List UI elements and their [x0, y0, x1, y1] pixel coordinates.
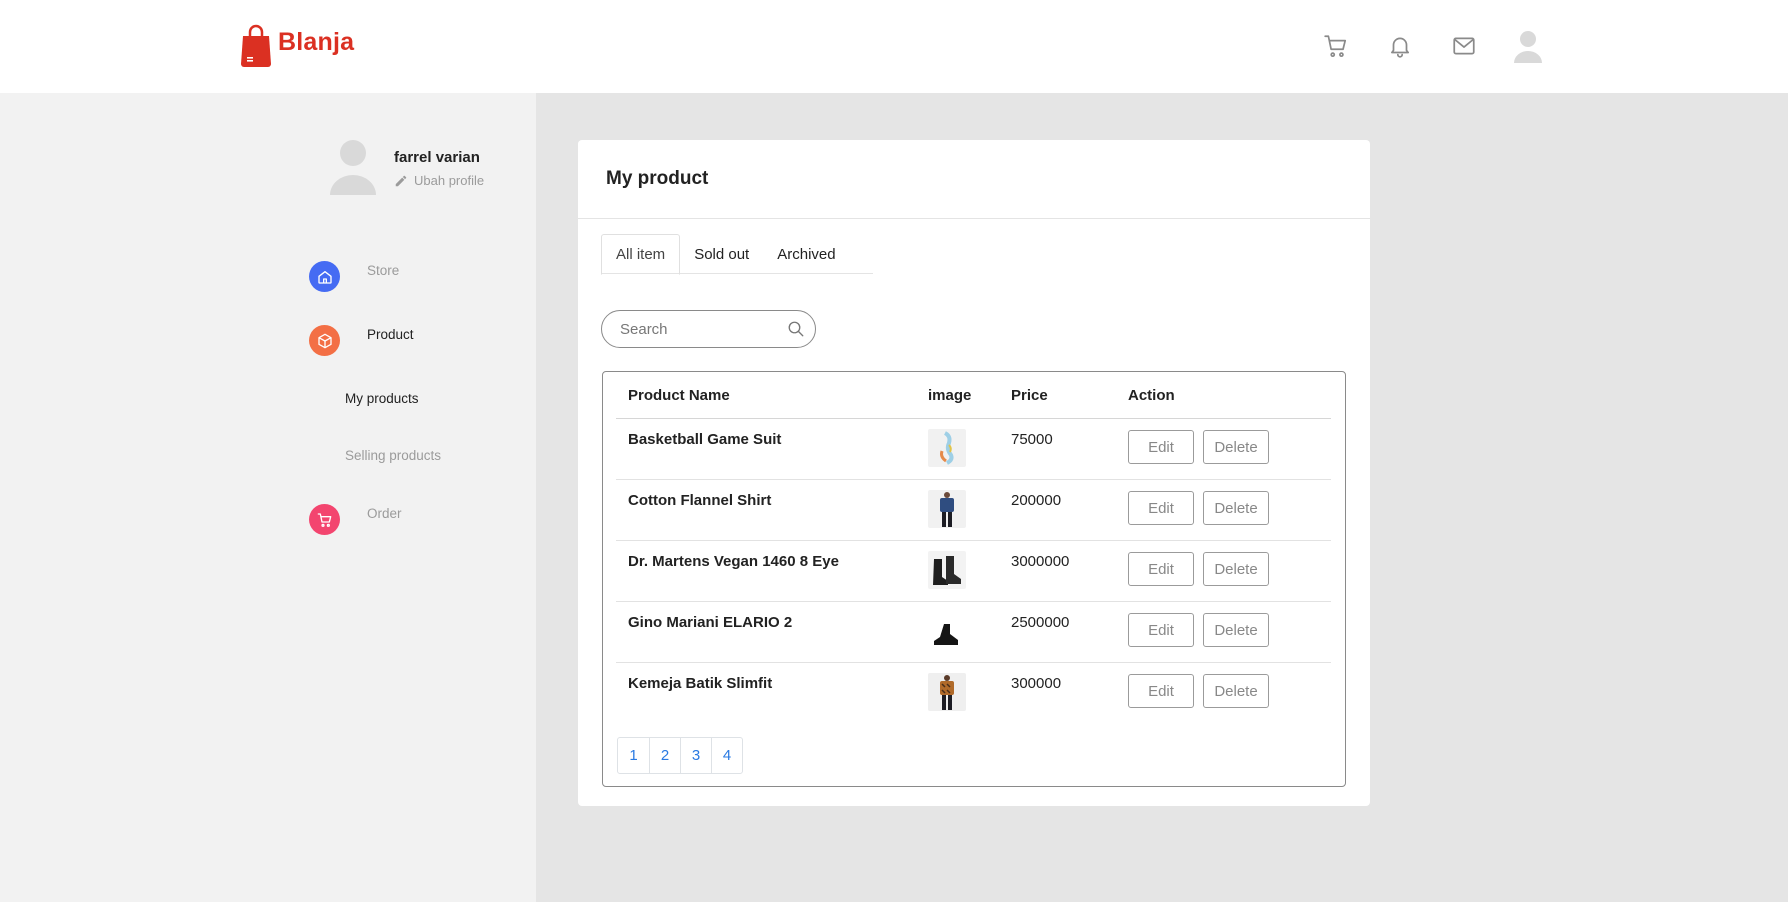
product-price: 2500000 — [1011, 614, 1070, 631]
product-tabs: All item Sold out Archived — [601, 234, 873, 275]
edit-profile-label: Ubah profile — [414, 173, 485, 188]
products-table: Product Name image Price Action Basketba… — [602, 371, 1346, 787]
product-name: Cotton Flannel Shirt — [628, 492, 772, 509]
sidebar-item-label: Product — [367, 327, 414, 342]
table-row: Basketball Game Suit 75000 Edit Delete — [616, 419, 1331, 480]
top-navbar: Blanja — [0, 0, 1788, 93]
shoe-thumbnail — [928, 612, 966, 650]
page-button-2[interactable]: 2 — [649, 738, 680, 773]
search-input[interactable] — [620, 320, 780, 338]
product-name: Basketball Game Suit — [628, 431, 782, 448]
product-name: Kemeja Batik Slimfit — [628, 675, 773, 692]
mail-icon[interactable] — [1446, 28, 1482, 64]
brand-name: Blanja — [278, 27, 355, 56]
sidebar-subitem-my-products[interactable]: My products — [345, 391, 419, 406]
avatar — [328, 139, 378, 195]
bell-icon[interactable] — [1382, 28, 1418, 64]
edit-button[interactable]: Edit — [1128, 430, 1194, 464]
table-row: Cotton Flannel Shirt 200000 Edit Delete — [616, 480, 1331, 541]
page-button-4[interactable]: 4 — [711, 738, 742, 773]
product-price: 3000000 — [1011, 553, 1070, 570]
column-header-price: Price — [1011, 387, 1048, 404]
sidebar-item-label: Order — [367, 506, 402, 521]
tab-sold-out[interactable]: Sold out — [680, 234, 763, 274]
sidebar-item-store[interactable]: Store — [309, 261, 399, 292]
edit-button[interactable]: Edit — [1128, 674, 1194, 708]
column-header-image: image — [928, 387, 972, 404]
page-button-3[interactable]: 3 — [680, 738, 711, 773]
shopping-bag-icon — [240, 24, 272, 68]
edit-button[interactable]: Edit — [1128, 552, 1194, 586]
search-box — [601, 310, 816, 348]
pencil-icon — [395, 175, 407, 186]
product-name: Dr. Martens Vegan 1460 8 Eye — [628, 553, 839, 570]
delete-button[interactable]: Delete — [1203, 552, 1269, 586]
brand-logo[interactable]: Blanja — [240, 24, 354, 68]
flannel-shirt-thumbnail — [928, 490, 966, 528]
delete-button[interactable]: Delete — [1203, 613, 1269, 647]
sidebar-item-product[interactable]: Product — [309, 325, 414, 356]
edit-button[interactable]: Edit — [1128, 491, 1194, 525]
search-icon[interactable] — [787, 320, 805, 338]
sidebar-item-order[interactable]: Order — [309, 504, 402, 535]
boots-thumbnail — [928, 551, 966, 589]
user-avatar-icon[interactable] — [1510, 28, 1546, 64]
product-price: 200000 — [1011, 492, 1062, 509]
delete-button[interactable]: Delete — [1203, 430, 1269, 464]
product-price: 75000 — [1011, 431, 1053, 448]
delete-button[interactable]: Delete — [1203, 674, 1269, 708]
product-name: Gino Mariani ELARIO 2 — [628, 614, 793, 631]
profile-section: farrel varian Ubah profile — [328, 139, 484, 195]
header-actions — [1318, 28, 1546, 64]
table-row: Kemeja Batik Slimfit 300000 Edit Delete — [616, 663, 1331, 724]
product-price: 300000 — [1011, 675, 1062, 692]
delete-button[interactable]: Delete — [1203, 491, 1269, 525]
edit-profile-link[interactable]: Ubah profile — [394, 173, 484, 188]
home-icon — [309, 261, 340, 292]
box-icon — [309, 325, 340, 356]
pagination: 1 2 3 4 — [617, 737, 743, 774]
tab-all-item[interactable]: All item — [601, 234, 681, 275]
edit-button[interactable]: Edit — [1128, 613, 1194, 647]
profile-name: farrel varian — [394, 149, 480, 166]
my-product-card: My product All item Sold out Archived Pr… — [578, 140, 1370, 806]
batik-shirt-thumbnail — [928, 673, 966, 711]
column-header-product-name: Product Name — [628, 387, 730, 404]
column-header-action: Action — [1128, 387, 1175, 404]
cart-icon[interactable] — [1318, 28, 1354, 64]
page-button-1[interactable]: 1 — [618, 738, 649, 773]
sidebar-item-label: Store — [367, 263, 400, 278]
divider — [578, 218, 1370, 219]
basketball-suit-thumbnail — [928, 429, 966, 467]
sidebar-subitem-selling-products[interactable]: Selling products — [345, 448, 441, 463]
table-header: Product Name image Price Action — [616, 372, 1331, 419]
page-title: My product — [606, 168, 709, 189]
table-row: Dr. Martens Vegan 1460 8 Eye 3000000 Edi… — [616, 541, 1331, 602]
cart-icon — [309, 504, 340, 535]
table-row: Gino Mariani ELARIO 2 2500000 Edit Delet… — [616, 602, 1331, 663]
sidebar: farrel varian Ubah profile Store Product… — [0, 93, 536, 902]
tab-archived[interactable]: Archived — [763, 234, 849, 274]
